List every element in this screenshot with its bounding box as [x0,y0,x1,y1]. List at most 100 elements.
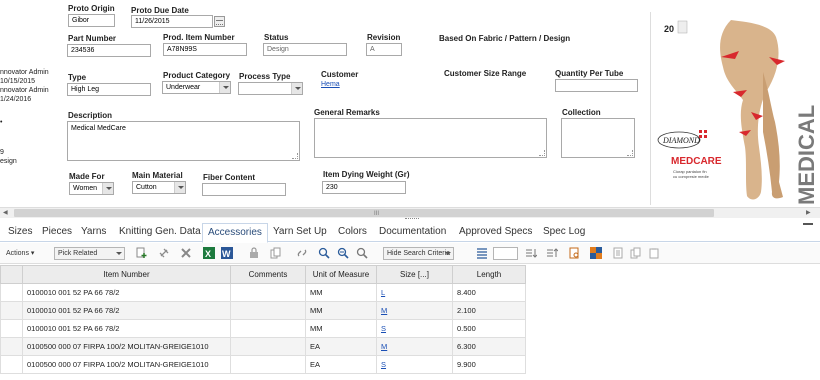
row-selector[interactable] [0,283,23,302]
paste-icon[interactable] [648,247,660,259]
list-view-icon[interactable] [476,247,488,259]
splitter-handle[interactable] [405,218,419,220]
product-category-select[interactable]: Underwear [162,81,231,94]
tab-approved-specs[interactable]: Approved Specs [459,226,532,237]
calendar-icon[interactable] [214,16,225,27]
word-icon[interactable]: W [221,247,233,259]
minimize-icon[interactable] [803,223,813,225]
customer-label: Customer [321,70,359,79]
table-row[interactable]: 0100500 000 07 FIRPA 100/2 MOLITAN-GREIG… [0,355,526,374]
customer-size-range-label: Customer Size Range [444,69,527,78]
type-field[interactable]: High Leg [67,83,151,96]
chevron-down-icon[interactable] [291,83,302,94]
svg-text:DIAMOND: DIAMOND [662,136,700,145]
grid-layout-icon[interactable] [590,247,602,259]
resize-grip-icon[interactable] [539,150,545,156]
duplicate-icon[interactable] [630,247,642,259]
proto-due-date-field[interactable]: 11/26/2015 [131,15,213,28]
column-header-comments[interactable]: Comments [230,265,306,284]
process-type-select[interactable] [238,82,303,95]
form-horizontal-scrollbar[interactable]: ◀ III ▶ [0,207,820,218]
scroll-left-icon[interactable]: ◀ [3,209,8,216]
sort-descending-icon[interactable] [546,247,558,259]
delete-icon[interactable] [180,247,192,259]
pick-related-select[interactable]: Pick Related [54,247,125,260]
row-selector-header[interactable] [0,265,23,284]
excel-icon[interactable]: X [203,247,215,259]
tab-bar: Sizes Pieces Yarns Knitting Gen. Data Ac… [0,222,820,243]
main-material-select[interactable]: Cutton [132,181,186,194]
row-selector[interactable] [0,301,23,320]
table-row[interactable]: 0100500 000 07 FIRPA 100/2 MOLITAN-GREIG… [0,337,526,356]
accessories-grid: Item Number Comments Unit of Measure Siz… [0,265,530,374]
customer-link[interactable]: Hema [321,81,340,88]
main-material-value: Cutton [136,184,157,191]
page-size-input[interactable] [493,247,518,260]
size-link[interactable]: L [381,288,385,297]
made-for-select[interactable]: Women [69,182,114,195]
collection-textarea[interactable] [561,118,635,158]
column-header-length[interactable]: Length [452,265,526,284]
fiber-content-field[interactable] [202,183,286,196]
table-row[interactable]: 0100010 001 52 PA 66 78/2 MM M 2.100 [0,301,526,320]
cell-comments[interactable] [230,319,306,338]
clear-search-icon[interactable] [356,247,368,259]
resize-grip-icon[interactable] [627,150,633,156]
tab-knitting-gen-data[interactable]: Knitting Gen. Data [119,226,201,237]
link-icon[interactable] [296,247,308,259]
size-link[interactable]: M [381,306,387,315]
scrollbar-thumb[interactable]: III [14,209,714,217]
proto-origin-field[interactable]: Gibor [68,14,115,27]
column-header-size[interactable]: Size [...] [376,265,453,284]
chevron-down-icon[interactable] [443,248,453,259]
cell-length: 9.900 [452,355,526,374]
lock-icon[interactable] [248,247,260,259]
size-link[interactable]: M [381,342,387,351]
copy-icon[interactable] [270,247,282,259]
export-icon[interactable] [612,247,624,259]
table-row[interactable]: 0100010 001 52 PA 66 78/2 MM L 8.400 [0,283,526,302]
cell-comments[interactable] [230,283,306,302]
search-icon[interactable] [318,247,330,259]
chevron-down-icon[interactable] [219,82,230,93]
tab-documentation[interactable]: Documentation [379,226,446,237]
resize-grip-icon[interactable] [292,153,298,159]
add-row-icon[interactable] [136,247,148,259]
tab-accessories[interactable]: Accessories [202,223,268,243]
tab-sizes[interactable]: Sizes [8,226,32,237]
size-link[interactable]: S [381,324,386,333]
row-selector[interactable] [0,337,23,356]
sort-ascending-icon[interactable] [525,247,537,259]
preview-icon[interactable] [569,247,581,259]
scroll-right-icon[interactable]: ▶ [806,209,811,216]
attach-icon[interactable] [158,247,170,259]
cell-comments[interactable] [230,301,306,320]
chevron-down-icon[interactable] [114,248,124,259]
quantity-per-tube-field[interactable] [555,79,638,92]
chevron-down-icon[interactable] [102,183,113,194]
description-textarea[interactable]: Medical MedCare [67,121,300,161]
row-selector[interactable] [0,355,23,374]
tab-yarns[interactable]: Yarns [81,226,106,237]
prod-item-number-field[interactable]: A78N99S [163,43,247,56]
search-criteria-select[interactable]: Hide Search Criteria [383,247,454,260]
search-advanced-icon[interactable] [337,247,349,259]
part-number-field[interactable]: 234536 [67,44,151,57]
cell-comments[interactable] [230,337,306,356]
tab-colors[interactable]: Colors [338,226,367,237]
row-selector[interactable] [0,319,23,338]
item-dying-weight-field[interactable]: 230 [322,181,406,194]
tab-spec-log[interactable]: Spec Log [543,226,585,237]
cell-comments[interactable] [230,355,306,374]
chevron-down-icon[interactable] [174,182,185,193]
actions-menu[interactable]: Actions ▾ [6,249,34,257]
tab-pieces[interactable]: Pieces [42,226,72,237]
column-header-unit-of-measure[interactable]: Unit of Measure [305,265,377,284]
description-value: Medical MedCare [71,125,126,132]
general-remarks-textarea[interactable] [314,118,547,158]
column-header-item-number[interactable]: Item Number [22,265,231,284]
tab-yarn-set-up[interactable]: Yarn Set Up [273,226,327,237]
size-link[interactable]: S [381,360,386,369]
table-row[interactable]: 0100010 001 52 PA 66 78/2 MM S 0.500 [0,319,526,338]
page: nnovator Admin 10/15/2015 nnovator Admin… [0,0,820,380]
